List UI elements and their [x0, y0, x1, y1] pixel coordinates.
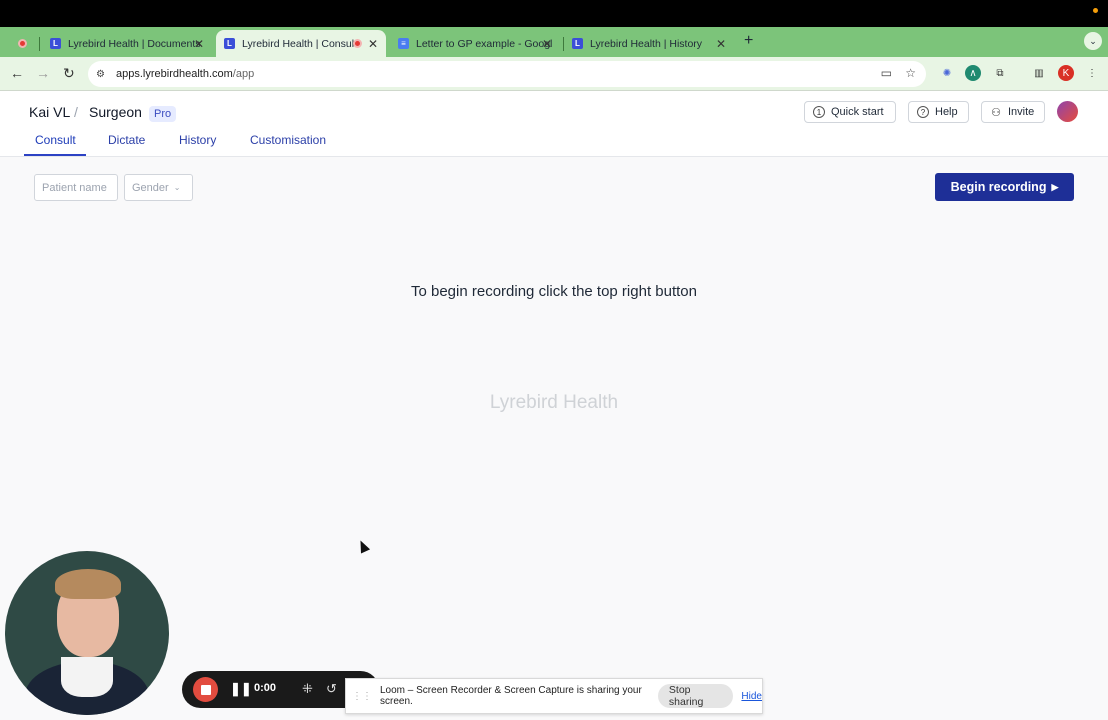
- help-label: Help: [935, 106, 958, 118]
- tab-close-icon[interactable]: ✕: [194, 37, 204, 51]
- recording-timer: 0:00: [254, 682, 277, 694]
- google-docs-icon: ≡: [398, 38, 409, 49]
- webcam-person-hair: [55, 569, 121, 599]
- tab-history[interactable]: L Lyrebird Health | History ✕: [564, 30, 734, 57]
- quick-start-button[interactable]: 1 Quick start: [804, 101, 896, 123]
- tab-consult-nav[interactable]: Consult: [35, 133, 76, 147]
- tab-title: Lyrebird Health | History: [590, 37, 703, 50]
- status-dot: [1093, 8, 1098, 13]
- restart-icon[interactable]: ↺: [326, 681, 337, 697]
- invite-label: Invite: [1008, 106, 1035, 118]
- begin-recording-button[interactable]: Begin recording ▶: [935, 173, 1074, 201]
- stop-recording-button[interactable]: [193, 677, 218, 702]
- tab-close-icon[interactable]: ✕: [368, 37, 378, 51]
- hide-link[interactable]: Hide: [741, 691, 762, 702]
- play-icon: ▶: [1051, 181, 1059, 192]
- drag-handle-icon[interactable]: ⋮⋮: [352, 691, 372, 702]
- active-tab-indicator: [24, 154, 86, 156]
- instruction-text: To begin recording click the top right b…: [410, 283, 697, 300]
- recording-indicator-icon: [353, 39, 362, 48]
- tab-dictate-nav[interactable]: Dictate: [108, 133, 145, 147]
- plan-badge: Pro: [149, 106, 177, 122]
- mouse-cursor-icon: [355, 538, 371, 554]
- lyrebird-favicon-icon: L: [224, 38, 235, 49]
- webcam-bubble[interactable]: [5, 551, 169, 715]
- extension-loom-icon[interactable]: ∧: [965, 65, 981, 81]
- tab-history-nav[interactable]: History: [179, 133, 216, 147]
- bookmark-star-icon[interactable]: ☆: [905, 66, 916, 80]
- help-button[interactable]: ? Help: [908, 101, 969, 123]
- help-icon: ?: [917, 106, 929, 118]
- extensions-puzzle-icon[interactable]: ⧉: [992, 65, 1008, 81]
- patient-name-input[interactable]: [34, 174, 118, 201]
- address-bar[interactable]: ⚙ apps.lyrebirdhealth.com/app ▭ ☆: [88, 61, 926, 87]
- forward-arrow-icon[interactable]: →: [36, 65, 50, 81]
- tab-title: Letter to GP example - Googl: [416, 37, 553, 50]
- gender-select[interactable]: Gender ⌄: [124, 174, 193, 201]
- pause-icon[interactable]: ❚❚: [230, 681, 252, 697]
- quick-start-icon: 1: [813, 106, 825, 118]
- url-host: apps.lyrebirdhealth.com: [116, 68, 233, 80]
- chevron-down-icon: ⌄: [173, 183, 181, 192]
- profile-avatar[interactable]: K: [1058, 65, 1074, 81]
- tab-title: Lyrebird Health | Documents: [68, 37, 201, 50]
- lyrebird-favicon-icon: L: [50, 38, 61, 49]
- drawing-grid-icon[interactable]: ⁜: [302, 681, 313, 697]
- url-path: /app: [232, 68, 255, 80]
- webcam-person-collar: [61, 657, 113, 697]
- stop-sharing-button[interactable]: Stop sharing: [657, 684, 734, 708]
- extension-gear-icon[interactable]: ✺: [939, 65, 955, 81]
- app-header: Kai VL / Surgeon Pro Consult Dictate His…: [0, 91, 1108, 157]
- stop-square-icon: [200, 684, 211, 695]
- share-message: Loom – Screen Recorder & Screen Capture …: [380, 685, 642, 707]
- gender-placeholder: Gender: [132, 181, 169, 194]
- video-camera-icon[interactable]: ▭: [881, 66, 892, 80]
- screen-share-banner: ⋮⋮ Loom – Screen Recorder & Screen Captu…: [345, 678, 763, 714]
- add-person-icon: ⚇: [991, 106, 1001, 119]
- tab-consult[interactable]: L Lyrebird Health | Consult ✕: [216, 30, 386, 57]
- tab-search-chevron-icon[interactable]: ⌄: [1084, 32, 1102, 50]
- avatar[interactable]: [1057, 101, 1078, 122]
- tab-separator: [39, 37, 40, 51]
- tab-letter-to-gp[interactable]: ≡ Letter to GP example - Googl ✕: [390, 30, 560, 57]
- site-settings-icon[interactable]: ⚙: [96, 69, 110, 80]
- lyrebird-watermark: Lyrebird Health: [489, 392, 619, 413]
- lyrebird-favicon-icon: L: [572, 38, 583, 49]
- tab-close-icon[interactable]: ✕: [716, 37, 726, 51]
- side-panel-icon[interactable]: ▥: [1031, 65, 1047, 81]
- invite-button[interactable]: ⚇ Invite: [981, 101, 1045, 123]
- quick-start-label: Quick start: [831, 106, 884, 118]
- new-tab-icon[interactable]: +: [744, 32, 753, 50]
- role-name: Surgeon: [89, 104, 142, 120]
- os-menu-bar: [0, 0, 1108, 27]
- tab-close-icon[interactable]: ✕: [542, 37, 552, 51]
- back-arrow-icon[interactable]: ←: [10, 65, 24, 81]
- begin-recording-label: Begin recording: [950, 180, 1047, 194]
- tab-title: Lyrebird Health | Consult: [242, 37, 357, 50]
- workspace-name[interactable]: Kai VL: [29, 104, 70, 120]
- reload-icon[interactable]: ↻: [63, 65, 75, 82]
- browser-menu-icon[interactable]: ⋮: [1084, 65, 1100, 81]
- recording-indicator-icon: [10, 30, 30, 57]
- tab-documents[interactable]: L Lyrebird Health | Documents ✕: [42, 30, 212, 57]
- url-text: apps.lyrebirdhealth.com/app: [116, 68, 254, 80]
- breadcrumb-separator: /: [74, 104, 78, 120]
- tab-customisation-nav[interactable]: Customisation: [250, 133, 326, 147]
- browser-tab-strip: L Lyrebird Health | Documents ✕ L Lyrebi…: [0, 27, 1108, 57]
